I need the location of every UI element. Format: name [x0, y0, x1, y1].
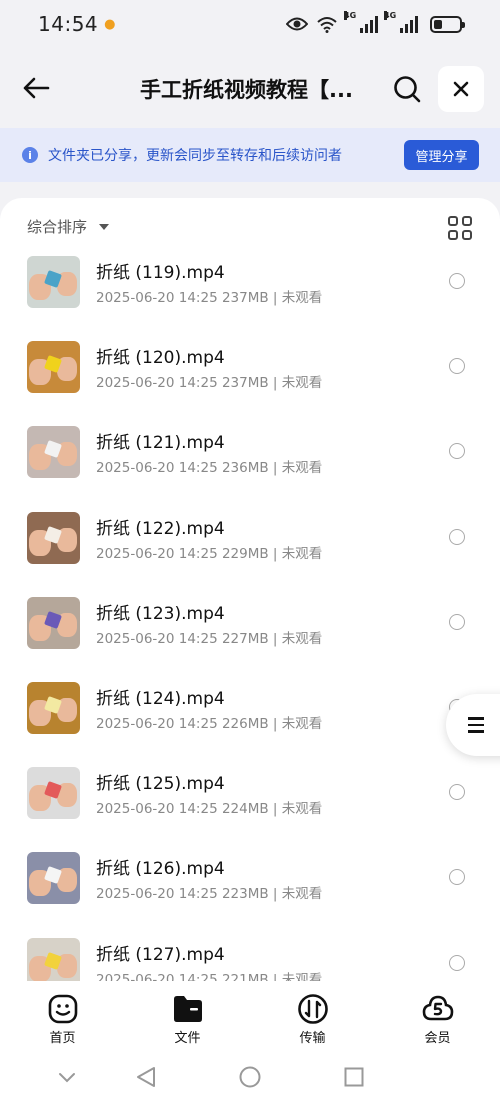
file-meta: 2025-06-20 14:25 236MB | 未观看	[96, 460, 323, 477]
grid-icon	[448, 216, 458, 226]
header: 手工折纸视频教程【...	[0, 52, 500, 126]
select-radio[interactable]	[449, 273, 465, 289]
file-meta: 2025-06-20 14:25 226MB | 未观看	[96, 716, 323, 732]
sort-dropdown[interactable]: 综合排序	[27, 216, 110, 237]
video-thumbnail	[27, 937, 80, 981]
tab-transfer-label: 传输	[299, 1031, 326, 1046]
file-name: 折纸 (121).mp4	[96, 433, 225, 454]
file-name: 折纸 (125).mp4	[96, 774, 225, 795]
close-button[interactable]	[438, 66, 484, 112]
circle-home-icon	[239, 1066, 261, 1088]
square-recents-icon	[344, 1067, 364, 1087]
tab-transfer[interactable]: 传输	[250, 985, 375, 1047]
file-meta: 2025-06-20 14:25 237MB | 未观看	[96, 290, 323, 306]
page-title: 手工折纸视频教程【...	[140, 78, 353, 102]
vip-cloud-icon	[422, 995, 453, 1021]
system-home-button[interactable]	[239, 1066, 261, 1092]
file-meta: 2025-06-20 14:25 224MB | 未观看	[96, 801, 323, 818]
close-icon	[453, 81, 469, 97]
video-thumbnail	[27, 596, 80, 649]
file-meta: 2025-06-20 14:25 223MB | 未观看	[96, 886, 323, 903]
info-icon: i	[22, 147, 38, 163]
manage-share-button[interactable]: 管理分享	[404, 140, 479, 170]
tab-home[interactable]: 首页	[0, 985, 125, 1047]
file-meta: 2025-06-20 14:25 221MB | 未观看	[96, 971, 323, 981]
folder-icon	[173, 996, 202, 1022]
file-name: 折纸 (119).mp4	[96, 263, 225, 283]
file-list-item[interactable]: 折纸 (125).mp4 2025-06-20 14:25 224MB | 未观看	[0, 767, 500, 852]
file-list-item[interactable]: 折纸 (127).mp4 2025-06-20 14:25 221MB | 未观看	[0, 937, 500, 981]
select-radio[interactable]	[449, 443, 465, 460]
file-meta: 2025-06-20 14:25 227MB | 未观看	[96, 630, 323, 647]
select-radio[interactable]	[449, 954, 465, 971]
file-list-item[interactable]: 折纸 (119).mp4 2025-06-20 14:25 237MB | 未观看	[0, 256, 500, 341]
select-radio[interactable]	[449, 784, 465, 801]
menu-icon	[468, 717, 484, 733]
video-thumbnail	[27, 341, 80, 394]
system-back-button[interactable]	[136, 1066, 156, 1092]
file-list-panel: 综合排序 折纸 (119).mp4 2025-06-20 14:25 237MB …	[0, 198, 500, 1107]
file-list-item[interactable]: 折纸 (121).mp4 2025-06-20 14:25 236MB | 未观看	[0, 426, 500, 511]
video-thumbnail	[27, 767, 80, 820]
tab-home-label: 首页	[49, 1031, 76, 1046]
signal-2-icon: 4G	[384, 11, 418, 33]
back-button[interactable]	[18, 70, 54, 106]
file-meta: 2025-06-20 14:25 229MB | 未观看	[96, 545, 323, 562]
home-face-icon	[48, 994, 77, 1024]
file-list-item[interactable]: 折纸 (122).mp4 2025-06-20 14:25 229MB | 未观看	[0, 511, 500, 597]
video-thumbnail	[27, 852, 80, 905]
file-name: 折纸 (122).mp4	[96, 518, 225, 539]
file-name: 折纸 (126).mp4	[96, 859, 225, 880]
file-meta: 2025-06-20 14:25 237MB | 未观看	[96, 375, 323, 392]
select-radio[interactable]	[449, 358, 465, 375]
battery-icon	[430, 15, 465, 33]
eye-icon	[286, 17, 308, 31]
grid-view-button[interactable]	[448, 216, 472, 240]
file-list-item[interactable]: 折纸 (123).mp4 2025-06-20 14:25 227MB | 未观看	[0, 596, 500, 682]
system-recents-button[interactable]	[344, 1067, 364, 1091]
bottom-tab-bar: 首页 文件 传输 会员	[0, 985, 500, 1047]
file-list-item[interactable]: 折纸 (126).mp4 2025-06-20 14:25 223MB | 未观看	[0, 852, 500, 937]
chevron-down-icon	[59, 1073, 75, 1083]
select-radio[interactable]	[449, 613, 465, 630]
file-list: 折纸 (119).mp4 2025-06-20 14:25 237MB | 未观看…	[0, 256, 500, 981]
file-name: 折纸 (120).mp4	[96, 348, 225, 369]
file-name: 折纸 (127).mp4	[96, 944, 225, 965]
search-icon	[394, 76, 421, 103]
floating-menu-button[interactable]	[446, 694, 500, 756]
select-radio[interactable]	[449, 528, 465, 545]
file-name: 折纸 (123).mp4	[96, 603, 225, 624]
arrow-left-icon	[23, 77, 50, 99]
share-notice-text: 文件夹已分享，更新会同步至转存和后续访问者	[48, 148, 342, 164]
video-thumbnail	[27, 511, 80, 564]
file-list-item[interactable]: 折纸 (120).mp4 2025-06-20 14:25 237MB | 未观看	[0, 341, 500, 426]
status-icons: 4G 4G	[286, 11, 465, 33]
video-thumbnail	[27, 426, 80, 479]
transfer-icon	[297, 994, 328, 1024]
share-notice-banner: i 文件夹已分享，更新会同步至转存和后续访问者 管理分享	[0, 128, 500, 182]
notification-icon: ●	[104, 17, 116, 32]
caret-down-icon	[99, 223, 110, 230]
tab-vip-label: 会员	[424, 1031, 451, 1046]
system-nav-bar	[0, 1047, 500, 1107]
tab-files-label: 文件	[174, 1031, 201, 1046]
file-name: 折纸 (124).mp4	[96, 689, 225, 709]
sort-label: 综合排序	[27, 218, 88, 236]
video-thumbnail	[27, 682, 80, 734]
video-thumbnail	[27, 256, 80, 308]
status-bar: 14:54 ● 4G 4G	[0, 0, 500, 48]
triangle-back-icon	[137, 1067, 155, 1087]
collapse-nav-button[interactable]	[58, 1069, 76, 1088]
tab-vip[interactable]: 会员	[375, 985, 500, 1047]
wifi-icon	[317, 17, 337, 33]
search-button[interactable]	[388, 70, 426, 108]
select-radio[interactable]	[449, 869, 465, 886]
status-time: 14:54	[38, 12, 99, 36]
signal-1-icon: 4G	[344, 11, 378, 33]
tab-files[interactable]: 文件	[125, 985, 250, 1047]
file-list-item[interactable]: 折纸 (124).mp4 2025-06-20 14:25 226MB | 未观看	[0, 682, 500, 767]
